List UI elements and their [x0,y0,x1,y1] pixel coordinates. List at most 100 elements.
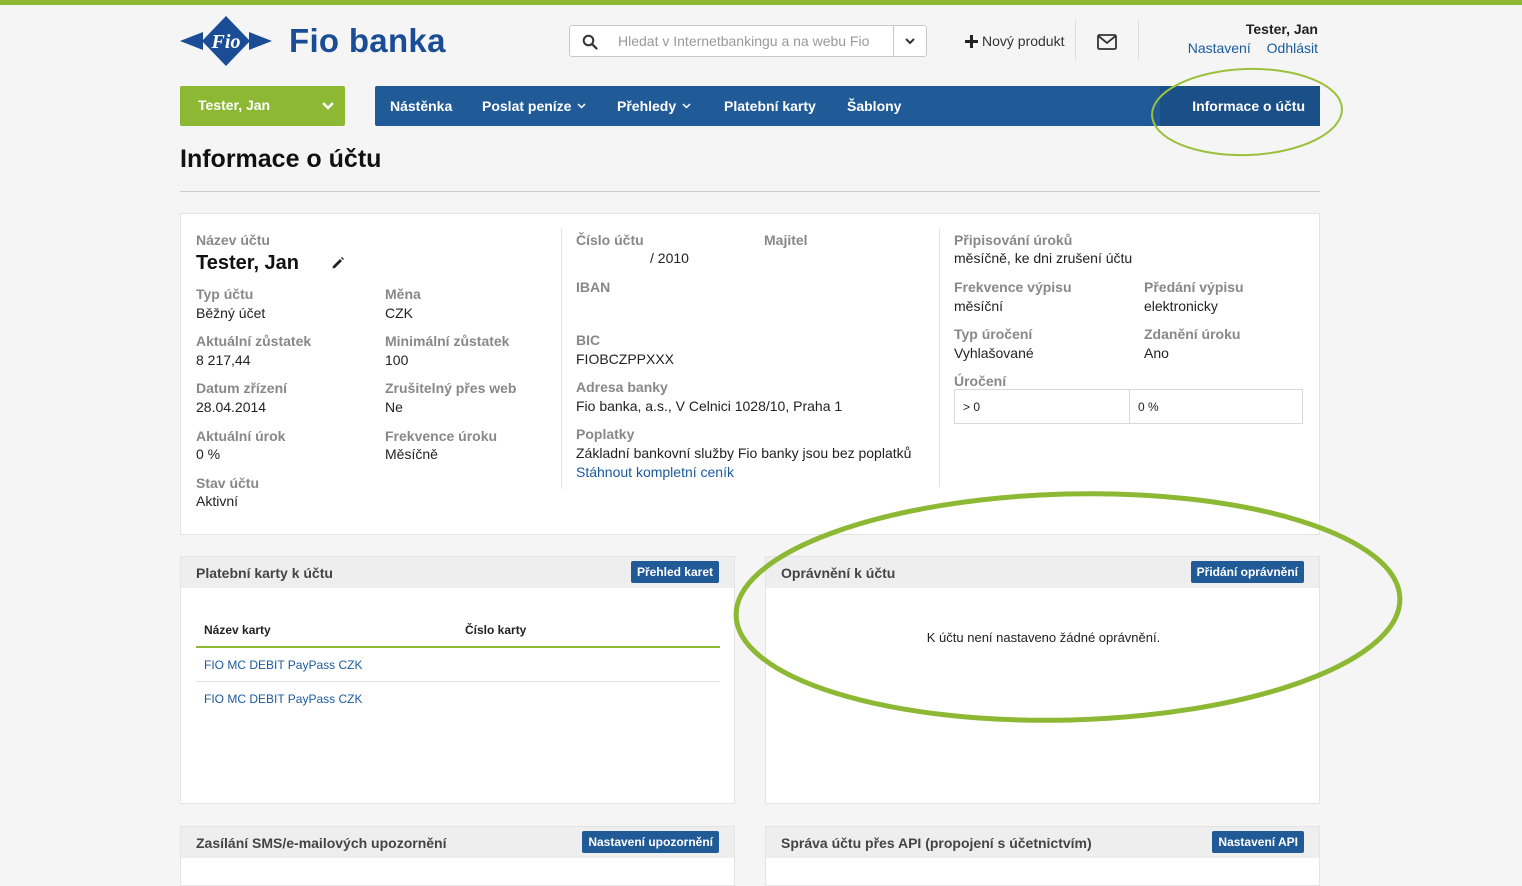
header-divider [1138,20,1139,60]
account-type-value: Běžný účet [196,305,266,321]
search-icon [582,34,598,50]
search-box[interactable] [569,25,927,57]
account-info-panel: Název účtu Tester, Jan Typ účtu Běžný úč… [180,213,1320,535]
current-rate-value: 0 % [196,446,221,462]
no-permissions-message: K účtu není nastaveno žádné oprávnění. [926,630,1161,645]
sms-alerts-title: Zasílání SMS/e-mailových upozornění [196,835,447,851]
status-label: Stav účtu [196,475,260,491]
settings-link[interactable]: Nastavení [1188,40,1251,56]
owner-label: Majitel [764,232,808,248]
rate-type-label: Typ úročení [954,326,1033,342]
card-row-link[interactable]: FIO MC DEBIT PayPass CZK [204,692,362,706]
chevron-down-icon [682,103,691,109]
box-header: Správa účtu přes API (propojení s účetni… [766,827,1319,858]
api-box: Správa účtu přes API (propojení s účetni… [765,826,1320,886]
fio-logo-icon[interactable]: Fio [180,16,272,66]
card-row-link[interactable]: FIO MC DEBIT PayPass CZK [204,658,362,672]
cards-overview-button[interactable]: Přehled karet [630,561,719,583]
interest-credit-value: měsíčně, ke dni zrušení účtu [954,250,1133,266]
search-input[interactable] [618,30,888,52]
interest-table-cell [955,390,1130,423]
new-product-link[interactable]: Nový produkt [965,33,1064,49]
box-header: Oprávnění k účtu Přidání oprávnění [766,557,1319,588]
nav-item-account-info[interactable]: Informace o účtu [1160,86,1320,126]
interest-rate: 0 % [1138,400,1159,414]
chevron-down-icon [577,103,586,109]
user-links: Nastavení Odhlásit [1140,40,1318,56]
api-settings-button[interactable]: Nastavení API [1212,831,1304,853]
alert-settings-button[interactable]: Nastavení upozornění [582,831,719,853]
main-nav: Nástěnka Poslat peníze Přehledy Platební… [375,86,1320,126]
price-list-link[interactable]: Stáhnout kompletní ceník [576,464,734,480]
plus-icon [965,34,978,48]
card-name-header: Název karty [204,623,271,637]
interest-tax-value: Ano [1144,345,1169,361]
card-number-header: Číslo karty [465,623,527,637]
box-header: Platební karty k účtu Přehled karet [181,557,734,588]
status-value: Aktivní [196,493,239,509]
mail-icon[interactable] [1097,34,1117,50]
add-permission-button[interactable]: Přidání oprávnění [1190,561,1304,583]
account-name-label: Název účtu [196,232,270,248]
payment-cards-title: Platební karty k účtu [196,565,333,581]
rate-type-value: Vyhlašované [954,345,1034,361]
pencil-icon[interactable] [331,256,345,270]
interest-label: Úročení [954,373,1007,389]
page-title: Informace o účtu [180,145,382,173]
balance-value: 8 217,44 [196,352,251,368]
current-rate-label: Aktuální úrok [196,428,286,444]
interest-tax-label: Zdanění úroku [1144,326,1241,342]
currency-value: CZK [385,305,413,321]
rate-frequency-label: Frekvence úroku [385,428,498,444]
nav-item-dashboard[interactable]: Nástěnka [390,98,452,114]
header-divider [1075,20,1076,60]
account-selector-label: Tester, Jan [198,97,271,113]
nav-item-payment-cards[interactable]: Platební karty [724,98,816,114]
account-type-label: Typ účtu [196,286,254,302]
bic-label: BIC [576,332,601,348]
statement-frequency-value: měsíční [954,298,1004,314]
account-name-value: Tester, Jan [196,252,300,274]
new-product-label: Nový produkt [982,33,1065,49]
chevron-down-icon [322,102,334,110]
permissions-box: Oprávnění k účtu Přidání oprávnění K účt… [765,556,1320,804]
account-number-label: Číslo účtu [576,232,644,248]
iban-label: IBAN [576,279,611,295]
row-divider [196,681,720,682]
svg-text:Fio: Fio [211,31,241,53]
nav-item-overviews[interactable]: Přehledy [617,98,691,114]
payment-cards-box: Platební karty k účtu Přehled karet Náze… [180,556,735,804]
interest-credit-label: Připisování úroků [954,232,1073,248]
statement-frequency-label: Frekvence výpisu [954,279,1072,295]
fees-label: Poplatky [576,426,635,442]
nav-item-send-money[interactable]: Poslat peníze [482,98,586,114]
interest-table: > 0 0 % [954,389,1303,424]
user-name: Tester, Jan [1245,21,1318,37]
rate-frequency-value: Měsíčně [385,446,438,462]
statement-delivery-value: elektronicky [1144,298,1218,314]
logout-link[interactable]: Odhlásit [1267,40,1318,56]
created-date-value: 28.04.2014 [196,399,267,415]
statement-delivery-label: Předání výpisu [1144,279,1244,295]
fees-value: Základní bankovní služby Fio banky jsou … [576,445,912,461]
api-title: Správa účtu přes API (propojení s účetni… [781,835,1092,851]
brand-name[interactable]: Fio banka [289,22,446,60]
top-accent-bar [0,0,1522,5]
cancelable-label: Zrušitelný přes web [385,380,517,396]
cancelable-value: Ne [385,399,403,415]
search-scope-dropdown[interactable] [893,26,926,56]
column-divider [939,229,940,487]
interest-threshold: > 0 [963,400,981,414]
created-date-label: Datum zřízení [196,380,288,396]
account-selector[interactable]: Tester, Jan [180,86,345,126]
permissions-title: Oprávnění k účtu [781,565,896,581]
balance-label: Aktuální zůstatek [196,333,312,349]
currency-label: Měna [385,286,421,302]
chevron-down-icon [905,38,915,45]
nav-item-templates[interactable]: Šablony [847,98,901,114]
title-divider [180,191,1320,192]
bank-address-value: Fio banka, a.s., V Celnici 1028/10, Prah… [576,398,843,414]
sms-alerts-box: Zasílání SMS/e-mailových upozornění Nast… [180,826,735,886]
column-divider [561,229,562,489]
box-header: Zasílání SMS/e-mailových upozornění Nast… [181,827,734,858]
